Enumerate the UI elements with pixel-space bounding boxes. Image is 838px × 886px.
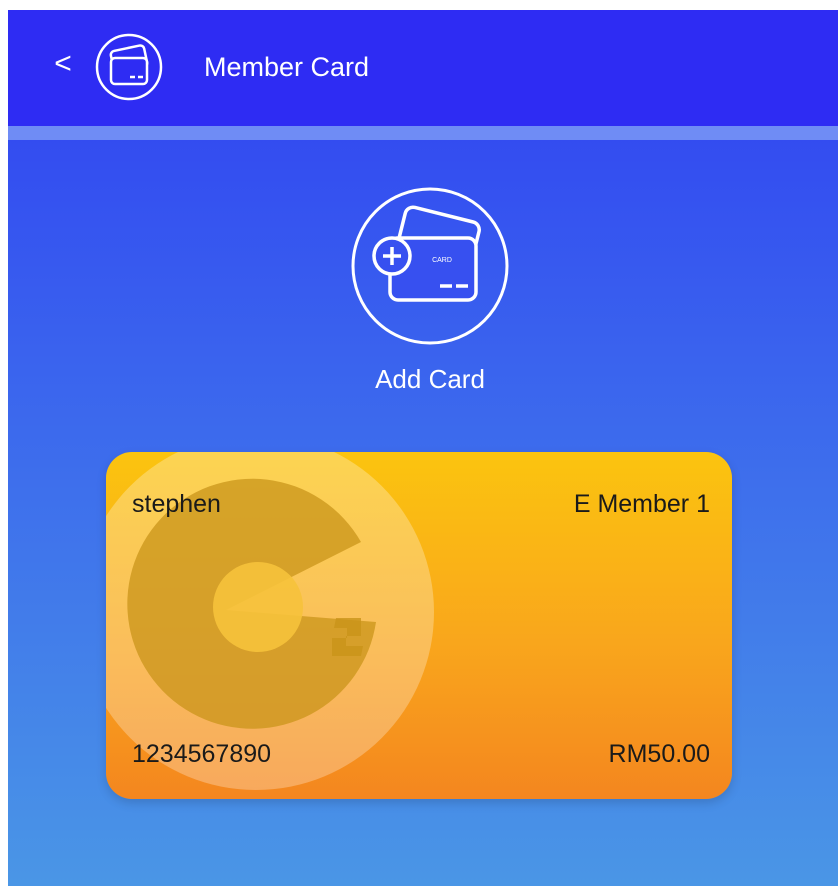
page-title: Member Card: [204, 52, 370, 82]
member-card-icon: [95, 33, 163, 101]
card-balance: RM50.00: [608, 740, 710, 768]
card-tier: E Member 1: [573, 490, 710, 518]
app-header: < Member Card: [8, 10, 838, 126]
member-card-screen: < Member Card CARD Add Card stephen E Me…: [8, 10, 838, 886]
add-card-icon: CARD: [351, 187, 509, 345]
header-divider: [8, 126, 838, 140]
back-button[interactable]: <: [48, 44, 78, 84]
member-card[interactable]: stephen E Member 1 1234567890 RM50.00: [106, 452, 732, 799]
add-card-label: Add Card: [375, 364, 485, 394]
add-card-button[interactable]: CARD Add Card: [330, 186, 530, 406]
card-holder-name: stephen: [132, 490, 221, 518]
card-number: 1234567890: [132, 740, 272, 768]
add-card-icon-text: CARD: [432, 257, 452, 264]
